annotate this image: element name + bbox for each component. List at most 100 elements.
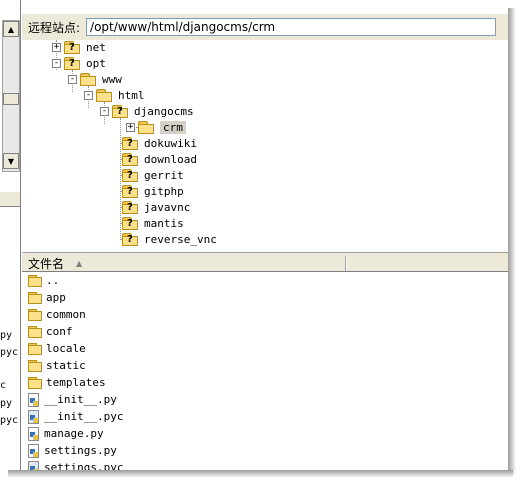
- local-file-fragment[interactable]: pyc: [0, 415, 18, 426]
- expand-icon[interactable]: +: [52, 42, 61, 52]
- scroll-down-button[interactable]: ▼: [3, 153, 19, 169]
- tree-node-label: net: [86, 40, 106, 54]
- tree-node-html[interactable]: - html: [84, 87, 145, 103]
- folder-unknown-icon: ?: [122, 136, 140, 150]
- tree-node-label: www: [102, 72, 122, 86]
- local-file-fragment[interactable]: pyc: [0, 347, 18, 358]
- list-item[interactable]: conf: [28, 323, 73, 340]
- tree-node-crm[interactable]: + crm: [126, 119, 186, 135]
- folder-unknown-icon: ?: [122, 216, 140, 230]
- remote-path-input[interactable]: /opt/www/html/djangocms/crm: [86, 18, 497, 36]
- filename-column-header[interactable]: 文件名 ▲: [22, 256, 346, 271]
- tree-node-label: download: [144, 152, 197, 166]
- list-item[interactable]: common: [28, 306, 86, 323]
- tree-node-dokuwiki[interactable]: ? dokuwiki: [122, 135, 197, 151]
- local-list-header: [0, 192, 20, 207]
- list-item[interactable]: app: [28, 289, 66, 306]
- collapse-icon[interactable]: -: [100, 106, 109, 116]
- file-name: locale: [46, 342, 86, 355]
- file-name: settings.pyc: [44, 461, 124, 470]
- list-item[interactable]: __init__.pyc: [28, 408, 123, 425]
- tree-node-label: djangocms: [134, 104, 194, 118]
- folder-unknown-icon: ?: [122, 152, 140, 166]
- collapse-icon[interactable]: -: [68, 74, 77, 84]
- scroll-up-button[interactable]: ▲: [3, 21, 19, 37]
- file-name: templates: [46, 376, 106, 389]
- local-panel: ▲ ▼ py pyc c py pyc: [0, 0, 21, 470]
- tree-node-label: reverse_vnc: [144, 232, 217, 246]
- expand-icon[interactable]: +: [126, 122, 135, 132]
- file-name: common: [46, 308, 86, 321]
- tree-node-net[interactable]: + ? net: [52, 39, 106, 55]
- list-item[interactable]: __init__.py: [28, 391, 117, 408]
- collapse-icon[interactable]: -: [52, 58, 61, 68]
- folder-unknown-icon: ?: [122, 184, 140, 198]
- folder-icon: [28, 274, 43, 287]
- list-item[interactable]: settings.pyc: [28, 459, 123, 470]
- tree-node-label: gitphp: [144, 184, 184, 198]
- tree-node-label: gerrit: [144, 168, 184, 182]
- list-item[interactable]: settings.py: [28, 442, 117, 459]
- tree-node-download[interactable]: ? download: [122, 151, 197, 167]
- tree-node-javavnc[interactable]: ? javavnc: [122, 199, 190, 215]
- remote-site-label: 远程站点:: [28, 20, 81, 35]
- file-name: static: [46, 359, 86, 372]
- window-shadow: [8, 470, 513, 478]
- column-header[interactable]: [346, 256, 505, 271]
- folder-icon: [28, 308, 43, 321]
- tree-node-mantis[interactable]: ? mantis: [122, 215, 184, 231]
- folder-icon: [28, 376, 43, 389]
- window-shadow: [508, 8, 516, 474]
- tree-node-label: javavnc: [144, 200, 191, 214]
- python-file-icon: [28, 426, 41, 441]
- python-compiled-icon: [28, 409, 41, 424]
- tree-node-label: dokuwiki: [144, 136, 197, 150]
- tree-node-gerrit[interactable]: ? gerrit: [122, 167, 184, 183]
- tree-node-reverse-vnc[interactable]: ? reverse_vnc: [122, 231, 217, 247]
- python-file-icon: [28, 392, 41, 407]
- tree-node-www[interactable]: - www: [68, 71, 122, 87]
- sort-ascending-icon: ▲: [76, 259, 83, 268]
- tree-node-opt[interactable]: - ? opt: [52, 55, 106, 71]
- folder-unknown-icon: ?: [112, 104, 130, 118]
- remote-site-bar: 远程站点: /opt/www/html/djangocms/crm: [22, 14, 508, 41]
- folder-icon: [28, 325, 43, 338]
- list-item[interactable]: templates: [28, 374, 106, 391]
- list-item[interactable]: locale: [28, 340, 86, 357]
- collapse-icon[interactable]: -: [84, 90, 93, 100]
- file-name: settings.py: [44, 444, 117, 457]
- file-name: __init__.pyc: [44, 410, 124, 423]
- list-item[interactable]: manage.py: [28, 425, 104, 442]
- folder-unknown-icon: ?: [122, 200, 140, 214]
- local-file-fragment[interactable]: py: [0, 398, 12, 409]
- tree-node-label: mantis: [144, 216, 184, 230]
- python-file-icon: [28, 443, 41, 458]
- tree-node-djangocms[interactable]: - ? djangocms: [100, 103, 194, 119]
- file-name: __init__.py: [44, 393, 117, 406]
- local-file-fragment[interactable]: py: [0, 330, 12, 341]
- folder-unknown-icon: ?: [122, 232, 140, 246]
- remote-directory-tree: + ? net - ? opt - www - html - ? djangoc…: [22, 40, 508, 252]
- file-name: app: [46, 291, 66, 304]
- tree-node-label: crm: [160, 120, 186, 134]
- list-item[interactable]: ..: [28, 272, 59, 289]
- file-name: manage.py: [44, 427, 104, 440]
- remote-file-list: .. app common conf locale static templat…: [22, 272, 508, 470]
- sftp-window: ▲ ▼ py pyc c py pyc 远程站点: /opt/www/html/…: [0, 0, 508, 470]
- local-file-fragment[interactable]: c: [0, 380, 6, 391]
- filename-column-label: 文件名: [28, 257, 65, 271]
- tree-node-gitphp[interactable]: ? gitphp: [122, 183, 184, 199]
- file-name: ..: [46, 274, 60, 287]
- local-tree-scrollbar[interactable]: ▲ ▼: [2, 20, 20, 172]
- folder-icon: [96, 88, 114, 102]
- python-compiled-icon: [28, 460, 41, 470]
- tree-node-label: html: [118, 88, 145, 102]
- file-list-header: 文件名 ▲: [22, 256, 508, 272]
- folder-unknown-icon: ?: [64, 56, 82, 70]
- list-item[interactable]: static: [28, 357, 86, 374]
- folder-icon: [80, 72, 98, 86]
- scroll-thumb[interactable]: [3, 93, 19, 105]
- file-name: conf: [46, 325, 73, 338]
- folder-icon: [28, 342, 43, 355]
- tree-node-label: opt: [86, 56, 106, 70]
